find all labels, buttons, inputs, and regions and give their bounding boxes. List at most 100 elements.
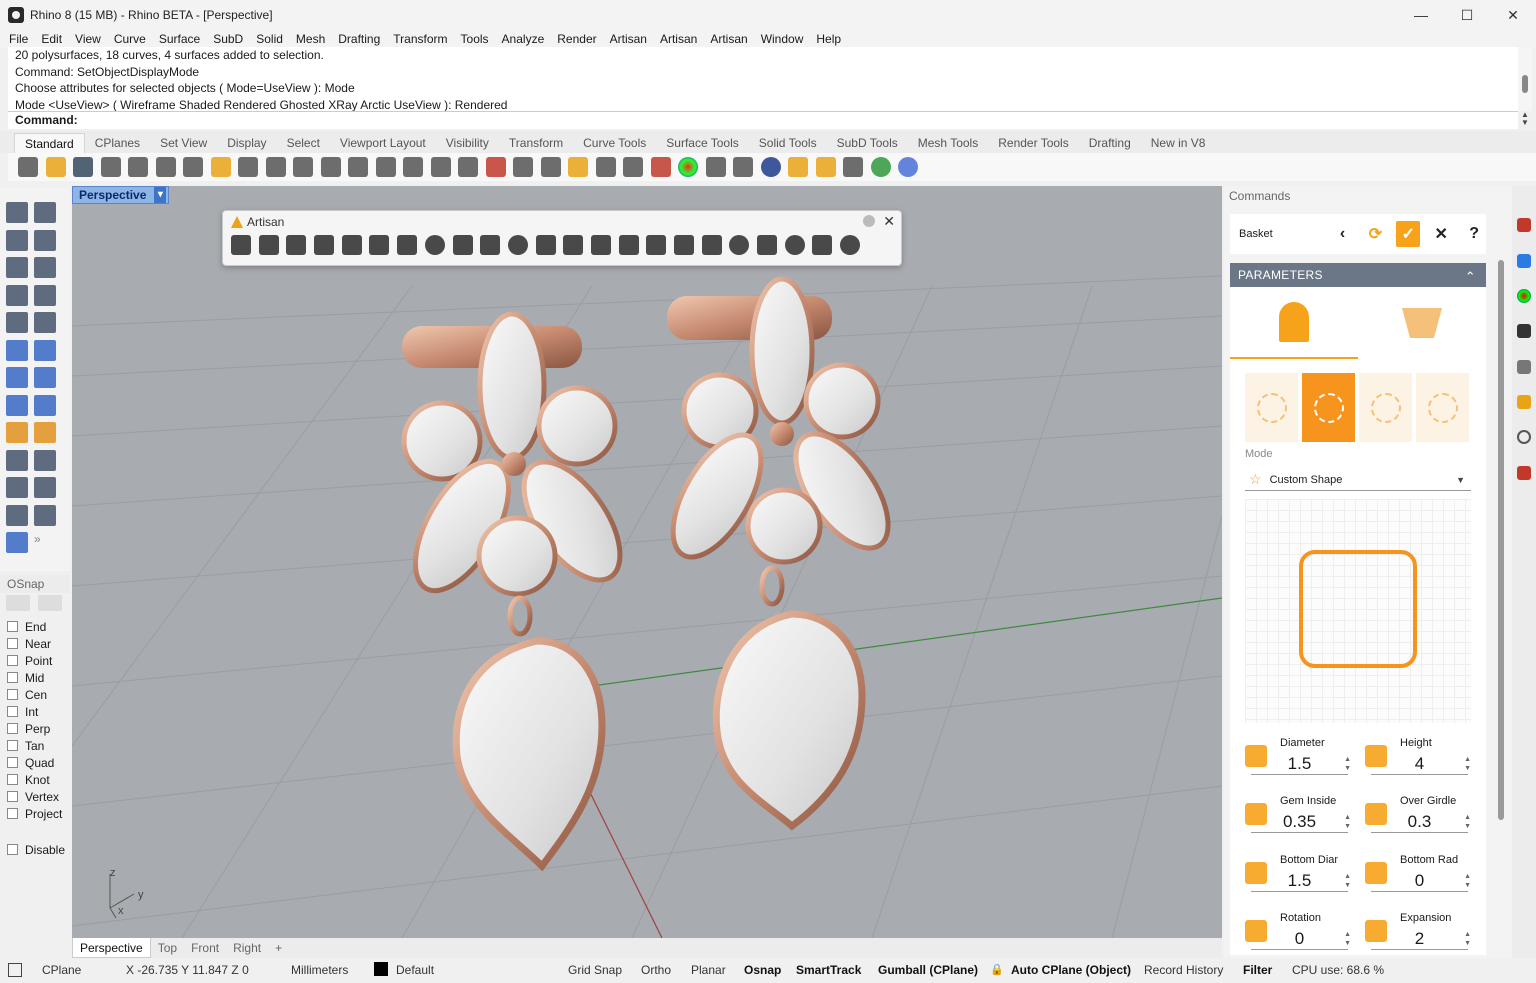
box-icon[interactable]	[6, 367, 28, 388]
document-icon[interactable]	[480, 235, 501, 255]
rectangle-icon[interactable]	[34, 284, 56, 306]
trim-icon[interactable]	[6, 504, 28, 526]
menu-analyze[interactable]: Analyze	[502, 32, 545, 46]
tab-top[interactable]: Top	[151, 938, 184, 958]
arc-icon[interactable]	[6, 284, 28, 306]
tab-front[interactable]: Front	[184, 938, 226, 958]
checkbox[interactable]	[7, 808, 18, 819]
checkbox[interactable]	[7, 706, 18, 717]
over-girdle-input[interactable]: 0.3	[1371, 811, 1468, 833]
perspective-viewport[interactable]: z y x Perspective	[72, 186, 1222, 938]
menu-edit[interactable]: Edit	[41, 32, 62, 46]
osnap-near[interactable]: Near	[7, 635, 69, 652]
tab-set-view[interactable]: Set View	[150, 133, 217, 153]
expansion-field[interactable]: Expansion 2 ▲ ▼	[1365, 912, 1471, 962]
menu-artisan-1[interactable]: Artisan	[610, 32, 647, 46]
display-icon[interactable]	[1517, 324, 1531, 338]
ring-icon[interactable]	[563, 235, 584, 255]
bottom-diameter-spinner[interactable]: ▲ ▼	[1344, 872, 1351, 890]
tab-drafting[interactable]: Drafting	[1079, 133, 1141, 153]
viewport-title-tab[interactable]: Perspective	[72, 186, 170, 204]
curve-tool-icon[interactable]	[258, 235, 279, 255]
cube-icon[interactable]	[286, 235, 307, 255]
tab-curve-tools[interactable]: Curve Tools	[573, 133, 656, 153]
dimension-icon[interactable]	[6, 449, 28, 471]
mode-eight-prong[interactable]	[1416, 373, 1469, 442]
ruler-icon[interactable]	[535, 235, 556, 255]
checkbox[interactable]	[7, 723, 18, 734]
tab-visibility[interactable]: Visibility	[436, 133, 499, 153]
paste-icon[interactable]	[210, 157, 231, 177]
custom-shape-outline[interactable]	[1299, 550, 1417, 668]
bottom-radius-spinner[interactable]: ▲ ▼	[1464, 872, 1471, 890]
gem-outline-icon[interactable]	[507, 235, 528, 255]
curve-icon[interactable]	[34, 229, 56, 251]
menu-transform[interactable]: Transform	[393, 32, 447, 46]
move-icon[interactable]	[34, 449, 56, 471]
cancel-button[interactable]: ✕	[1429, 221, 1453, 247]
status-layer[interactable]: Default	[396, 963, 434, 977]
key-icon[interactable]	[757, 235, 778, 255]
osnap-perp[interactable]: Perp	[7, 720, 69, 737]
status-auto-cplane[interactable]: Auto CPlane (Object)	[1011, 963, 1131, 977]
tab-standard[interactable]: Standard	[14, 133, 85, 153]
diameter-input[interactable]: 1.5	[1251, 753, 1348, 775]
status-panel-icon[interactable]	[8, 963, 22, 977]
tab-prong-shape[interactable]	[1230, 287, 1358, 359]
osnap-mid[interactable]: Mid	[7, 669, 69, 686]
graduation-cap-icon[interactable]	[812, 235, 833, 255]
tab-bezel-shape[interactable]	[1358, 287, 1486, 359]
array-icon[interactable]	[34, 477, 56, 498]
tab-surface-tools[interactable]: Surface Tools	[656, 133, 749, 153]
new-file-icon[interactable]	[18, 157, 38, 177]
osnap-knot[interactable]: Knot	[7, 771, 69, 788]
mode-four-prong[interactable]	[1302, 373, 1355, 442]
bottom-diameter-input[interactable]: 1.5	[1251, 870, 1348, 892]
material-icon[interactable]	[788, 157, 808, 177]
select-icon[interactable]	[568, 157, 588, 177]
osnap-point[interactable]: Point	[7, 652, 69, 669]
pen-icon[interactable]	[674, 235, 694, 255]
parameters-header[interactable]: PARAMETERS	[1230, 263, 1486, 289]
checkbox[interactable]	[7, 672, 18, 683]
tab-viewport-layout[interactable]: Viewport Layout	[330, 133, 436, 153]
osnap-mode-icon[interactable]	[6, 595, 30, 611]
mode-dropdown[interactable]: ☆ Custom Shape ▼	[1245, 469, 1471, 491]
tab-right[interactable]: Right	[226, 938, 268, 958]
tab-subd-tools[interactable]: SubD Tools	[827, 133, 908, 153]
zoom-extents-icon[interactable]	[375, 157, 396, 177]
refresh-button[interactable]: ⟳	[1364, 221, 1388, 247]
status-units[interactable]: Millimeters	[291, 963, 348, 977]
checkbox[interactable]	[7, 774, 18, 785]
status-grid-snap[interactable]: Grid Snap	[568, 963, 622, 977]
osnap-int[interactable]: Int	[7, 703, 69, 720]
bottom-radius-field[interactable]: Bottom Radius 0 ▲▼	[1365, 854, 1471, 904]
status-osnap[interactable]: Osnap	[744, 963, 781, 977]
history-scrollbar[interactable]	[1518, 47, 1532, 111]
diameter-spinner[interactable]: ▲ ▼	[1344, 755, 1351, 773]
osnap-end[interactable]: End	[7, 618, 69, 635]
earring-left[interactable]	[397, 311, 639, 872]
menu-window[interactable]: Window	[761, 32, 804, 46]
rotation-spinner[interactable]: ▲ ▼	[1344, 930, 1351, 948]
layers-icon[interactable]	[1517, 254, 1531, 268]
tab-render-tools[interactable]: Render Tools	[988, 133, 1079, 153]
menu-drafting[interactable]: Drafting	[338, 32, 380, 46]
status-ortho[interactable]: Ortho	[641, 963, 671, 977]
help-button[interactable]: ?	[1462, 221, 1486, 247]
loft-icon[interactable]	[34, 339, 56, 361]
print-icon[interactable]	[100, 157, 121, 177]
car-icon[interactable]	[485, 157, 506, 177]
back-button[interactable]: ‹	[1331, 221, 1355, 247]
pan-hand-icon[interactable]	[265, 157, 286, 177]
undo-icon[interactable]	[238, 157, 258, 177]
properties-icon[interactable]	[1517, 218, 1531, 232]
tab-mesh-tools[interactable]: Mesh Tools	[908, 133, 988, 153]
circle-icon[interactable]	[6, 257, 28, 278]
mesh-icon[interactable]	[34, 394, 56, 416]
environment-icon[interactable]	[870, 157, 891, 177]
select-arrow-icon[interactable]	[6, 202, 28, 223]
command-spinner[interactable]: ▲ ▼	[1518, 111, 1532, 129]
status-planar[interactable]: Planar	[691, 963, 726, 977]
menu-subd[interactable]: SubD	[213, 32, 243, 46]
